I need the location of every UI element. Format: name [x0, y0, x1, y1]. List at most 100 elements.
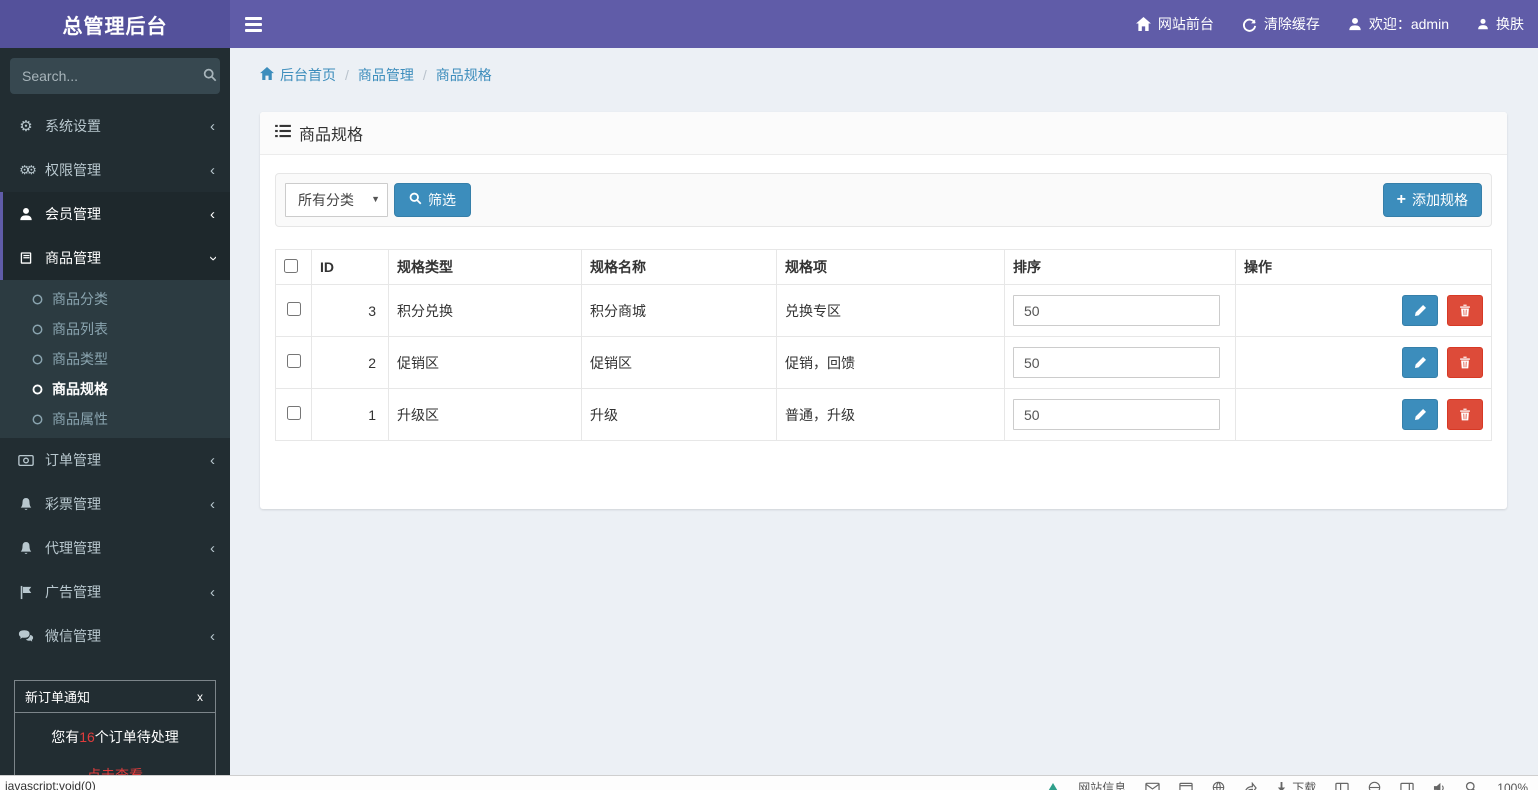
navbar-right: 网站前台 清除缓存 欢迎：admin 换肤 — [1122, 0, 1538, 48]
welcome-admin[interactable]: 欢迎：admin — [1334, 0, 1463, 48]
zoom-level[interactable]: 100% — [1497, 781, 1528, 790]
window-icon[interactable] — [1179, 782, 1193, 790]
window2-icon[interactable] — [1335, 782, 1349, 790]
sidebar-item-product-list[interactable]: 商品列表 — [0, 314, 230, 344]
mail-icon[interactable] — [1145, 782, 1160, 790]
chevron-left-icon: ‹ — [210, 205, 215, 223]
delete-button[interactable] — [1447, 295, 1483, 326]
globe-icon[interactable] — [1212, 781, 1225, 790]
trash-icon — [1460, 304, 1470, 317]
list-icon — [275, 124, 291, 143]
change-skin-link[interactable]: 换肤 — [1463, 0, 1538, 48]
refresh-icon — [1242, 17, 1257, 32]
speaker-icon[interactable] — [1433, 782, 1446, 790]
site-info-label[interactable]: 网站信息 — [1078, 779, 1126, 790]
cell-spec-type: 积分兑换 — [388, 284, 582, 337]
breadcrumb-home-link[interactable]: 后台首页 — [260, 65, 336, 85]
sidebar-item-product-specs[interactable]: 商品规格 — [0, 374, 230, 404]
breadcrumb-current-page: 商品规格 — [435, 67, 492, 83]
sort-input[interactable] — [1013, 347, 1220, 378]
search-input[interactable] — [22, 68, 203, 84]
sidebar-item-permissions[interactable]: ⚙⚙ 权限管理 ‹ — [0, 148, 230, 192]
share-icon[interactable] — [1244, 781, 1258, 790]
site-front-link[interactable]: 网站前台 — [1122, 0, 1228, 48]
cell-spec-name: 促销区 — [581, 336, 777, 389]
gears-icon: ⚙⚙ — [19, 163, 37, 177]
close-icon[interactable]: x — [195, 690, 205, 704]
panel-title: 商品规格 — [299, 127, 364, 144]
select-all-checkbox[interactable] — [284, 258, 298, 273]
plus-icon: + — [1396, 191, 1406, 208]
sidebar-search-form — [10, 58, 220, 94]
sort-input[interactable] — [1013, 295, 1220, 326]
edit-button[interactable] — [1402, 295, 1439, 326]
view-orders-link[interactable]: 点击查看 — [23, 765, 207, 775]
cell-id: 3 — [311, 284, 389, 337]
delete-button[interactable] — [1447, 399, 1483, 430]
comments-icon — [15, 629, 37, 643]
sidebar-item-agents[interactable]: 代理管理 ‹ — [0, 526, 230, 570]
sidebar-item-wechat[interactable]: 微信管理 ‹ — [0, 614, 230, 658]
table-row: 3 积分兑换 积分商城 兑换专区 — [275, 284, 1492, 337]
filter-button[interactable]: 筛选 — [394, 183, 471, 217]
cell-spec-type: 升级区 — [388, 388, 582, 441]
panel-icon[interactable] — [1400, 782, 1414, 790]
sidebar-item-lottery[interactable]: 彩票管理 ‹ — [0, 482, 230, 526]
sidebar-item-product-categories[interactable]: 商品分类 — [0, 284, 230, 314]
app-logo[interactable]: 总管理后台 — [0, 0, 230, 48]
row-checkbox[interactable] — [286, 354, 301, 368]
col-header-actions: 操作 — [1235, 249, 1492, 285]
filter-toolbar: 所有分类 ▼ 筛选 + 添加规格 — [275, 173, 1492, 227]
edit-button[interactable] — [1402, 347, 1439, 378]
sort-input[interactable] — [1013, 399, 1220, 430]
circle-o-icon — [32, 414, 43, 425]
top-navbar: 网站前台 清除缓存 欢迎：admin 换肤 — [230, 0, 1538, 48]
clear-cache-link[interactable]: 清除缓存 — [1228, 0, 1334, 48]
cell-spec-items: 促销，回馈 — [776, 336, 1005, 389]
browser-status-bar: javascript:void(0) 网站信息 下载 100% — [0, 775, 1538, 790]
user-icon — [1348, 17, 1362, 31]
new-order-notification: 新订单通知 x 您有16个订单待处理 点击查看 — [14, 680, 216, 775]
sidebar-item-ads[interactable]: 广告管理 ‹ — [0, 570, 230, 614]
col-header-items: 规格项 — [776, 249, 1005, 285]
chevron-left-icon: ‹ — [210, 451, 215, 469]
category-select[interactable]: 所有分类 — [285, 183, 388, 217]
sidebar-toggle-button[interactable] — [230, 0, 276, 48]
chevron-left-icon: ‹ — [210, 627, 215, 645]
globe2-icon[interactable] — [1368, 781, 1381, 790]
table-row: 1 升级区 升级 普通，升级 — [275, 388, 1492, 441]
main-content: 后台首页 / 商品管理 / 商品规格 商品规格 所有分类 ▼ 筛选 + 添加规格… — [230, 48, 1538, 775]
book-icon — [15, 251, 37, 265]
pencil-icon — [1414, 408, 1426, 421]
table-header-row: ID 规格类型 规格名称 规格项 排序 操作 — [275, 249, 1492, 285]
circle-o-icon — [32, 324, 43, 335]
chevron-left-icon: ‹ — [210, 495, 215, 513]
sidebar-item-product-types[interactable]: 商品类型 — [0, 344, 230, 374]
gear-icon: ⚙ — [19, 118, 33, 135]
cell-spec-items: 兑换专区 — [776, 284, 1005, 337]
category-select-wrap: 所有分类 ▼ — [285, 183, 388, 217]
download-item[interactable]: 下载 — [1276, 779, 1316, 790]
pencil-icon — [1414, 304, 1426, 317]
sidebar-item-orders[interactable]: 订单管理 ‹ — [0, 438, 230, 482]
home-icon — [260, 67, 274, 83]
sidebar-item-members[interactable]: 会员管理 ‹ — [0, 192, 230, 236]
chevron-left-icon: ‹ — [210, 161, 215, 179]
row-checkbox[interactable] — [286, 302, 301, 316]
zoom-magnifier-icon[interactable] — [1465, 781, 1478, 790]
sidebar-item-system-settings[interactable]: ⚙ 系统设置 ‹ — [0, 104, 230, 148]
delete-button[interactable] — [1447, 347, 1483, 378]
search-icon[interactable] — [203, 68, 217, 85]
speed-icon[interactable] — [1047, 782, 1060, 790]
specs-table: ID 规格类型 规格名称 规格项 排序 操作 3 积分兑换 积分商城 兑换专区 — [275, 249, 1492, 441]
edit-button[interactable] — [1402, 399, 1439, 430]
products-submenu: 商品分类 商品列表 商品类型 商品规格 商品属性 — [0, 280, 230, 438]
breadcrumb-separator: / — [345, 67, 349, 83]
bell-icon — [15, 541, 37, 556]
row-checkbox[interactable] — [286, 406, 301, 420]
add-spec-button[interactable]: + 添加规格 — [1382, 183, 1482, 217]
money-icon — [15, 454, 37, 467]
sidebar-item-products[interactable]: 商品管理 ‹ — [0, 236, 230, 280]
sidebar-item-product-attributes[interactable]: 商品属性 — [0, 404, 230, 434]
breadcrumb-product-management-link[interactable]: 商品管理 — [358, 65, 414, 85]
